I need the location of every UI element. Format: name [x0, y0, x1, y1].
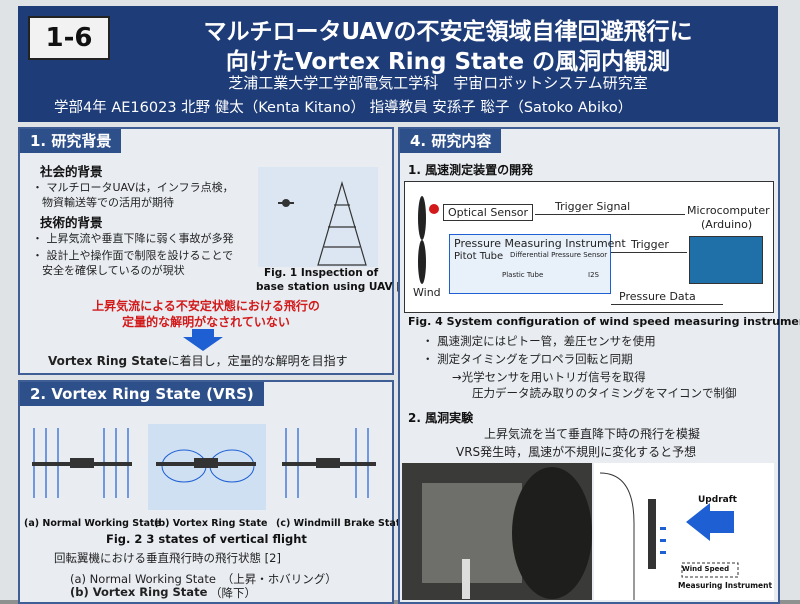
poster-title-line1: マルチロータUAVの不安定領域自律回避飛行に [203, 19, 693, 45]
technical-background-text3: 安全を確保しているのが現状 [42, 264, 185, 277]
research-focus-bold: Vortex Ring State [48, 354, 168, 368]
problem-statement-line1: 上昇気流による不安定状態における飛行の [92, 299, 320, 313]
poster-title-line2: 向けたVortex Ring State の風洞内観測 [225, 49, 671, 75]
trigger-label: Trigger [631, 238, 669, 251]
figure2-caption: Fig. 2 3 states of vertical flight [106, 532, 307, 546]
measuring-instrument-label: Measuring Instrument [678, 581, 773, 590]
arduino-board-icon [689, 236, 763, 284]
trigger-signal-line [535, 214, 685, 215]
panel-heading: 4. 研究内容 [400, 129, 502, 153]
problem-statement-line2: 定量的な解明がなされていない [122, 315, 290, 329]
wind-tunnel-setup-diagram [594, 463, 774, 600]
state-c-label: (c) Windmill Brake State [276, 518, 407, 529]
diff-sensor-label: Differential Pressure Sensor [510, 251, 608, 259]
technical-background-text1: ・ 上昇気流や垂直下降に弱く事故が多発 [32, 232, 234, 245]
instrument-bullet4: 圧力データ読み取りのタイミングをマイコンで制御 [472, 386, 737, 400]
optical-sensor-dot [429, 204, 439, 214]
panel-heading: 1. 研究背景 [20, 129, 122, 153]
updraft-label: Updraft [698, 495, 737, 505]
pitot-tube-label: Pitot Tube [454, 251, 504, 262]
section-badge: 1-6 [28, 16, 110, 60]
optical-sensor-label: Optical Sensor [443, 204, 534, 221]
affiliation: 芝浦工業大学工学部電気工学科 宇宙ロボットシステム研究室 [228, 74, 648, 92]
instrument-bullet2: ・ 測定タイミングをプロペラ回転と同期 [422, 352, 633, 366]
down-arrow-icon [183, 337, 223, 351]
vrs-states-illustration [32, 424, 376, 510]
pressure-data-line [611, 304, 723, 305]
instrument-bullet1: ・ 風速測定にはピトー管，差圧センサを使用 [422, 334, 656, 348]
state-b-label: (b) Vortex Ring State [154, 518, 268, 529]
system-diagram: Optical Sensor Trigger Signal Microcompu… [404, 181, 774, 313]
panel-background: 4. 研究内容 1. 風速測定装置の開発 Optical Sensor Trig… [398, 127, 800, 604]
uav-inspection-photo [258, 167, 378, 267]
research-focus-rest: に着目し，定量的な解明を目指す [167, 354, 348, 368]
poster-header: 1-6 マルチロータUAVの不安定領域自律回避飛行に 向けたVortex Rin… [18, 6, 778, 122]
social-background-heading: 社会的背景 [40, 164, 103, 179]
wind-label: Wind [413, 286, 441, 299]
state-b-note: （降下） [210, 586, 256, 600]
wind-speed-label: Wind Speed [682, 565, 730, 573]
social-background-text2: 物資輸送等での活用が期待 [42, 196, 174, 209]
authors: 学部4年 AE16023 北野 健太（Kenta Kitano） 指導教員 安孫… [54, 100, 633, 116]
subsection1-heading: 1. 風速測定装置の開発 [408, 163, 534, 177]
subsection2-heading: 2. 風洞実験 [408, 411, 474, 425]
panel-heading: 2. Vortex Ring State (VRS) [20, 382, 264, 406]
instrument-bullet3: →光学センサを用いトリガ信号を取得 [452, 370, 646, 384]
plastic-tube-label: Plastic Tube [502, 271, 544, 279]
vrs-description: 回転翼機における垂直飛行時の飛行状態 [2] [54, 551, 281, 565]
experiment-text1: 上昇気流を当て垂直降下時の飛行を模擬 [484, 427, 701, 441]
figure1-caption-line1: Fig. 1 Inspection of [264, 267, 379, 279]
figure4-caption: Fig. 4 System configuration of wind spee… [408, 315, 800, 328]
state-a-label: (a) Normal Working State [24, 518, 162, 529]
wind-tunnel-photo [402, 463, 592, 600]
social-background-text1: ・ マルチロータUAVは，インフラ点検， [32, 181, 234, 194]
trigger-signal-label: Trigger Signal [555, 200, 631, 213]
pressure-data-label: Pressure Data [619, 290, 696, 303]
state-b-description: (b) Vortex Ring State [70, 585, 208, 599]
trigger-line [611, 252, 687, 253]
figure1-caption-line2: base station using UAV [1] [256, 281, 414, 293]
arduino-label: (Arduino) [701, 218, 753, 231]
down-arrow-stem [192, 329, 214, 337]
panel-background: 1. 研究背景 社会的背景 ・ マルチロータUAVは，インフラ点検， 物資輸送等… [18, 127, 413, 375]
microcomputer-label: Microcomputer [687, 204, 770, 217]
research-focus: Vortex Ring Stateに着目し，定量的な解明を目指す [48, 352, 348, 369]
experiment-text2: VRS発生時，風速が不規則に変化すると予想 [456, 445, 697, 459]
drone-side-view [32, 458, 376, 468]
technical-background-text2: ・ 設計上や操作面で制限を設けることで [32, 249, 234, 262]
i2s-label: I2S [588, 271, 599, 279]
poster: 1-6 マルチロータUAVの不安定領域自律回避飛行に 向けたVortex Rin… [0, 0, 800, 604]
technical-background-heading: 技術的背景 [40, 215, 103, 230]
pressure-measuring-instrument: Pressure Measuring Instrument Pitot Tube… [449, 234, 626, 294]
panel-background: 2. Vortex Ring State (VRS) (a) Normal Wo… [18, 380, 407, 604]
pressure-instrument-label: Pressure Measuring Instrument [454, 237, 626, 250]
